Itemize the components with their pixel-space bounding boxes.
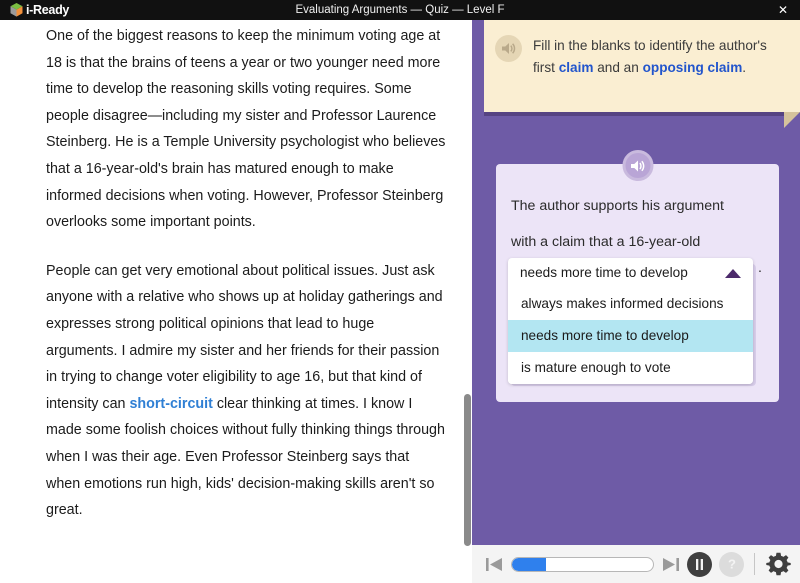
page-title: Evaluating Arguments — Quiz — Level F [295, 4, 505, 16]
top-bar: Evaluating Arguments — Quiz — Level F i-… [0, 0, 800, 20]
question-stem-line-2: with a claim that a 16-year-old [511, 234, 701, 250]
passage-paragraph-2: People can get very emotional about poli… [46, 258, 446, 524]
progress-fill [512, 557, 546, 571]
help-button[interactable]: ? [719, 551, 744, 577]
reading-pane: One of the biggest reasons to keep the m… [0, 20, 470, 583]
dropdown-option[interactable]: always makes informed decisions [508, 288, 753, 320]
cube-icon [10, 3, 23, 17]
close-icon[interactable]: ✕ [773, 0, 793, 20]
instruction-underline [484, 112, 784, 116]
answer-dropdown[interactable]: needs more time to develop always makes … [508, 258, 753, 384]
dropdown-selected-value[interactable]: needs more time to develop [508, 258, 753, 288]
speaker-icon-instruction[interactable] [495, 35, 522, 62]
next-button[interactable] [661, 555, 680, 574]
settings-button[interactable] [765, 551, 791, 577]
control-divider [754, 553, 755, 575]
dropdown-option[interactable]: needs more time to develop [508, 320, 753, 352]
brand-logo: i-Ready [10, 0, 69, 20]
reading-pane-scrollbar-thumb[interactable] [464, 394, 471, 546]
dropdown-option-list: always makes informed decisions needs mo… [508, 288, 753, 384]
fold-corner-decoration [784, 112, 800, 128]
chevron-up-icon[interactable] [725, 269, 741, 278]
term-opposing-claim[interactable]: opposing claim [643, 60, 743, 75]
instruction-callout: Fill in the blanks to identify the autho… [484, 20, 800, 112]
vocab-link-short-circuit[interactable]: short-circuit [129, 396, 212, 412]
passage-text: One of the biggest reasons to keep the m… [46, 23, 446, 546]
iready-quiz-app: Evaluating Arguments — Quiz — Level F i-… [0, 0, 800, 583]
passage-paragraph-1: One of the biggest reasons to keep the m… [46, 28, 446, 231]
stem-trailing-period: . [758, 260, 762, 276]
media-control-bar: ? [472, 545, 800, 583]
instruction-text-b: and an [593, 59, 643, 75]
pause-button[interactable] [687, 551, 712, 577]
answer-dropdown-wrapper: needs more time to develop always makes … [508, 258, 756, 386]
brand-name: i-Ready [26, 3, 70, 17]
svg-text:?: ? [728, 557, 736, 572]
question-stem: The author supports his argument with a … [511, 188, 766, 260]
previous-button[interactable] [485, 555, 504, 574]
progress-slider[interactable] [511, 556, 654, 572]
speaker-icon-question[interactable] [622, 150, 653, 181]
term-claim[interactable]: claim [559, 60, 594, 75]
dropdown-option[interactable]: is mature enough to vote [508, 352, 753, 384]
paragraph-2-text-a: People can get very emotional about poli… [46, 262, 443, 412]
instruction-text: Fill in the blanks to identify the autho… [533, 34, 784, 100]
paragraph-2-text-b: clear thinking at times. I know I made s… [46, 395, 445, 519]
question-panel: Fill in the blanks to identify the autho… [472, 20, 800, 583]
question-stem-line-1: The author supports his argument [511, 198, 724, 214]
dropdown-selected-label: needs more time to develop [520, 265, 688, 280]
question-card: The author supports his argument with a … [496, 150, 779, 402]
instruction-text-c: . [742, 59, 747, 75]
